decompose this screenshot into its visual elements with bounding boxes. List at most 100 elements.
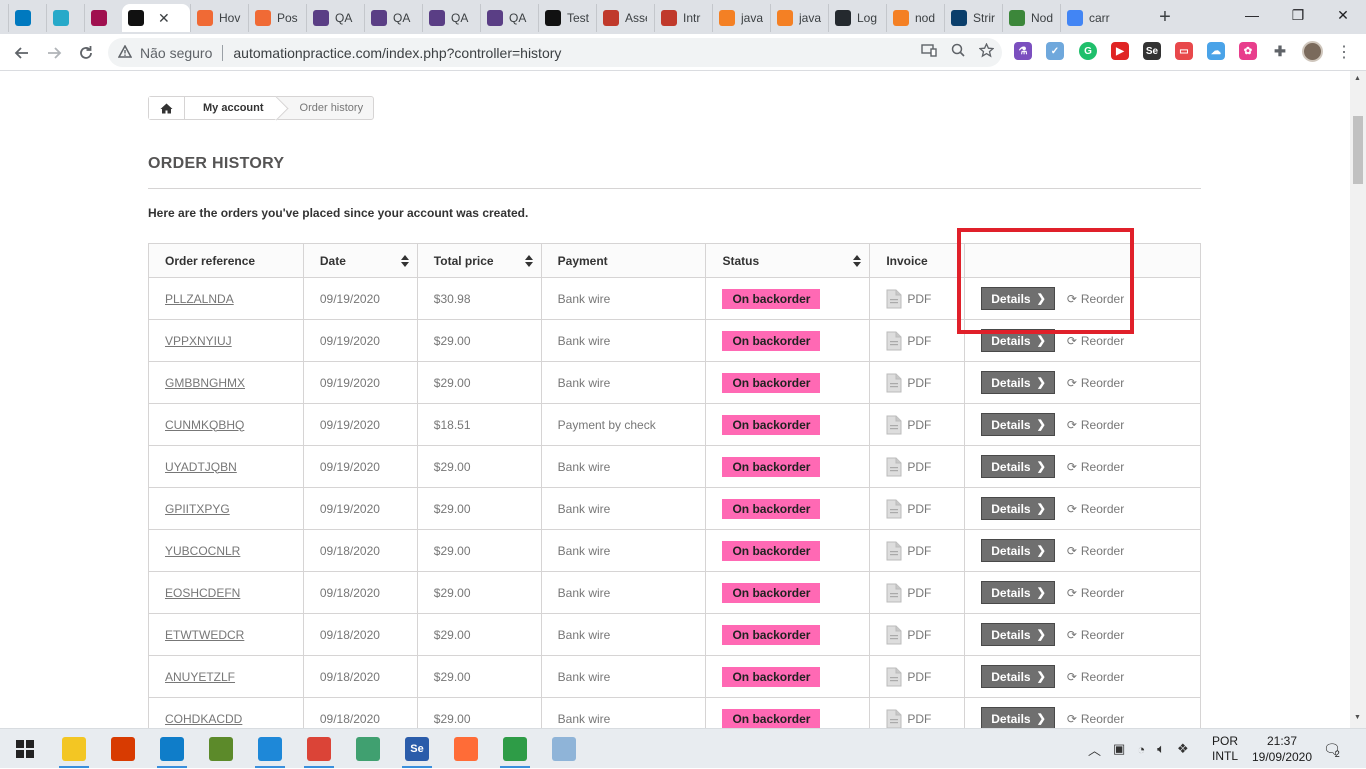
details-button[interactable]: Details ❯ bbox=[981, 707, 1055, 728]
browser-tab[interactable]: Test bbox=[538, 4, 596, 32]
address-bar[interactable]: Não seguro automationpractice.com/index.… bbox=[108, 38, 1002, 67]
security-status-label[interactable]: Não seguro bbox=[140, 45, 212, 61]
browser-tab[interactable] bbox=[46, 4, 84, 32]
reorder-link[interactable]: ⟳ Reorder bbox=[1067, 376, 1124, 390]
browser-tab[interactable]: Intr bbox=[654, 4, 712, 32]
wifi-icon[interactable]: ◔ bbox=[1137, 742, 1145, 757]
notification-center-icon[interactable]: 🗨︎ 2 bbox=[1323, 729, 1341, 769]
details-button[interactable]: Details ❯ bbox=[981, 413, 1055, 436]
browser-tab[interactable] bbox=[8, 4, 46, 32]
details-button[interactable]: Details ❯ bbox=[981, 665, 1055, 688]
reorder-link[interactable]: ⟳ Reorder bbox=[1067, 586, 1124, 600]
browser-tab[interactable]: Log bbox=[828, 4, 886, 32]
edge-icon[interactable] bbox=[160, 737, 184, 761]
close-tab-icon[interactable]: ✕ bbox=[158, 10, 170, 27]
column-header-total[interactable]: Total price bbox=[416, 243, 542, 278]
order-reference-link[interactable]: GMBBNGHMX bbox=[165, 376, 245, 390]
extension-flask-icon[interactable]: ⚗ bbox=[1014, 42, 1032, 60]
details-button[interactable]: Details ❯ bbox=[981, 581, 1055, 604]
details-button[interactable]: Details ❯ bbox=[981, 287, 1055, 310]
browser-tab[interactable]: QA bbox=[306, 4, 364, 32]
details-button[interactable]: Details ❯ bbox=[981, 497, 1055, 520]
reorder-link[interactable]: ⟳ Reorder bbox=[1067, 460, 1124, 474]
order-reference-link[interactable]: ANUYETZLF bbox=[165, 670, 235, 684]
selenium-ide-icon[interactable]: Se bbox=[405, 737, 429, 761]
browser-tab[interactable]: Nod bbox=[1002, 4, 1060, 32]
vscode-icon[interactable] bbox=[258, 737, 282, 761]
close-window-button[interactable]: ✕ bbox=[1320, 0, 1366, 30]
browser-tab[interactable]: java bbox=[770, 4, 828, 32]
details-button[interactable]: Details ❯ bbox=[981, 455, 1055, 478]
details-button[interactable]: Details ❯ bbox=[981, 329, 1055, 352]
volume-icon[interactable]: 🔈︎ bbox=[1157, 741, 1165, 757]
browser-tab[interactable]: Strir bbox=[944, 4, 1002, 32]
browser-tab[interactable]: Asse bbox=[596, 4, 654, 32]
extension-youtube-icon[interactable]: ▶ bbox=[1111, 42, 1129, 60]
order-reference-link[interactable]: COHDKACDD bbox=[165, 712, 242, 726]
install-app-icon[interactable] bbox=[921, 43, 937, 61]
invoice-pdf-link[interactable]: PDF bbox=[886, 499, 964, 519]
chrome-icon[interactable] bbox=[307, 737, 331, 761]
order-reference-link[interactable]: UYADTJQBN bbox=[165, 460, 237, 474]
order-reference-link[interactable]: VPPXNYIUJ bbox=[165, 334, 232, 348]
browser-tab[interactable]: QA bbox=[364, 4, 422, 32]
calc-sheet-icon[interactable] bbox=[503, 737, 527, 761]
minimize-window-button[interactable]: — bbox=[1229, 0, 1275, 30]
details-button[interactable]: Details ❯ bbox=[981, 371, 1055, 394]
new-tab-button[interactable]: + bbox=[1153, 5, 1177, 29]
extension-cloud-icon[interactable]: ☁ bbox=[1207, 42, 1225, 60]
order-reference-link[interactable]: YUBCOCNLR bbox=[165, 544, 240, 558]
reorder-link[interactable]: ⟳ Reorder bbox=[1067, 544, 1124, 558]
scroll-down-arrow-icon[interactable]: ▼ bbox=[1354, 714, 1361, 721]
extension-selenium-icon[interactable]: Se bbox=[1143, 42, 1161, 60]
sort-icon[interactable] bbox=[524, 255, 533, 267]
invoice-pdf-link[interactable]: PDF bbox=[886, 625, 964, 645]
system-clock[interactable]: 21:37 19/09/2020 bbox=[1252, 729, 1312, 769]
reorder-link[interactable]: ⟳ Reorder bbox=[1067, 502, 1124, 516]
office-icon[interactable] bbox=[111, 737, 135, 761]
zoom-icon[interactable] bbox=[951, 43, 965, 61]
extension-screen-recorder-icon[interactable]: ▭ bbox=[1175, 42, 1193, 60]
reload-icon[interactable] bbox=[72, 39, 100, 67]
page-scrollbar[interactable]: ▲ ▼ bbox=[1350, 71, 1366, 728]
browser-tab[interactable]: carr bbox=[1060, 4, 1118, 32]
back-arrow-icon[interactable] bbox=[8, 39, 36, 67]
reorder-link[interactable]: ⟳ Reorder bbox=[1067, 670, 1124, 684]
browser-tab[interactable]: Hov bbox=[190, 4, 248, 32]
file-explorer-icon[interactable] bbox=[62, 737, 86, 761]
invoice-pdf-link[interactable]: PDF bbox=[886, 415, 964, 435]
invoice-pdf-link[interactable]: PDF bbox=[886, 583, 964, 603]
column-header-date[interactable]: Date bbox=[302, 243, 418, 278]
forward-arrow-icon[interactable] bbox=[40, 39, 68, 67]
invoice-pdf-link[interactable]: PDF bbox=[886, 373, 964, 393]
reorder-link[interactable]: ⟳ Reorder bbox=[1067, 334, 1124, 348]
tray-network-app-icon[interactable]: ▣ bbox=[1113, 741, 1125, 757]
invoice-pdf-link[interactable]: PDF bbox=[886, 289, 964, 309]
extension-notes-icon[interactable]: ✓ bbox=[1046, 42, 1064, 60]
reorder-link[interactable]: ⟳ Reorder bbox=[1067, 292, 1124, 306]
language-indicator[interactable]: POR INTL bbox=[1212, 729, 1238, 769]
profile-avatar[interactable] bbox=[1302, 41, 1323, 62]
atom-icon[interactable] bbox=[356, 737, 380, 761]
tray-expand-chevron-icon[interactable]: ︿ bbox=[1088, 740, 1101, 759]
invoice-pdf-link[interactable]: PDF bbox=[886, 457, 964, 477]
invoice-pdf-link[interactable]: PDF bbox=[886, 709, 964, 728]
browser-tab[interactable]: QA bbox=[480, 4, 538, 32]
reorder-link[interactable]: ⟳ Reorder bbox=[1067, 628, 1124, 642]
reorder-link[interactable]: ⟳ Reorder bbox=[1067, 418, 1124, 432]
extensions-puzzle-icon[interactable]: ✚ bbox=[1271, 42, 1289, 60]
column-header-status[interactable]: Status bbox=[705, 243, 871, 278]
browser-tab[interactable] bbox=[84, 4, 122, 32]
invoice-pdf-link[interactable]: PDF bbox=[886, 541, 964, 561]
browser-menu-icon[interactable]: ⋮ bbox=[1334, 40, 1354, 64]
dropbox-icon[interactable]: ❖ bbox=[1177, 741, 1189, 757]
browser-tab[interactable]: Pos bbox=[248, 4, 306, 32]
sort-icon[interactable] bbox=[853, 255, 862, 267]
browser-tab[interactable]: java bbox=[712, 4, 770, 32]
order-reference-link[interactable]: ETWTWEDCR bbox=[165, 628, 244, 642]
details-button[interactable]: Details ❯ bbox=[981, 623, 1055, 646]
browser-tab[interactable]: nod bbox=[886, 4, 944, 32]
order-reference-link[interactable]: GPIITXPYG bbox=[165, 502, 230, 516]
extension-grammarly-icon[interactable]: G bbox=[1079, 42, 1097, 60]
breadcrumb-home-link[interactable] bbox=[149, 97, 185, 119]
